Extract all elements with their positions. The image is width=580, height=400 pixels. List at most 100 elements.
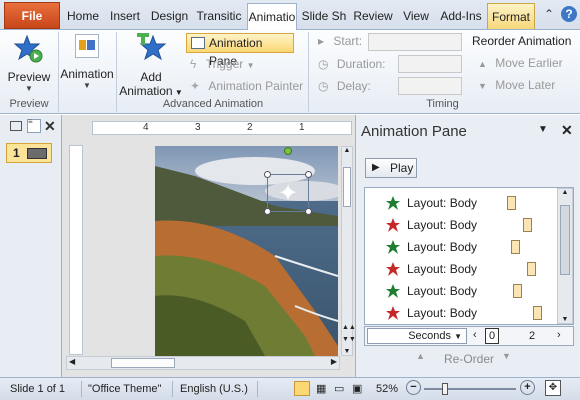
tab-review[interactable]: Review	[350, 3, 396, 29]
start-dropdown[interactable]	[368, 33, 462, 51]
timeline-bar-segment	[533, 306, 542, 320]
play-button[interactable]: ▶ Play	[365, 158, 417, 178]
tab-home[interactable]: Home	[63, 3, 103, 29]
preview-label: Preview	[7, 70, 51, 84]
help-icon[interactable]: ?	[561, 6, 577, 22]
scroll-down-icon[interactable]: ▼	[342, 348, 352, 355]
normal-view-icon[interactable]	[294, 381, 310, 396]
add-animation-label-line2: Animation	[119, 84, 173, 98]
animation-item-label: Layout: Body	[407, 284, 478, 298]
slide-thumb-image	[27, 148, 47, 159]
fit-to-window-icon[interactable]: ✥	[545, 380, 561, 396]
vertical-scrollbar[interactable]: ▲ ▲▲ ▼▼ ▼	[341, 146, 356, 356]
animation-effect-icon	[386, 262, 400, 276]
trigger-button[interactable]: ϟ Trigger ▼	[190, 57, 255, 71]
tab-design[interactable]: Design	[147, 3, 192, 29]
zoom-in-icon[interactable]: +	[520, 380, 535, 395]
lightning-icon: ϟ	[190, 57, 197, 71]
delay-spinner[interactable]	[398, 77, 462, 95]
tab-file[interactable]: File	[4, 2, 60, 29]
group-divider	[308, 32, 309, 112]
resize-handle[interactable]	[305, 208, 312, 215]
minimize-ribbon-icon[interactable]: ⌃	[541, 6, 557, 22]
close-icon[interactable]: ✕	[561, 122, 573, 139]
slide-canvas[interactable]: ✦	[155, 146, 338, 356]
reorder-label: Re-Order	[444, 352, 495, 366]
delay-label: Delay:	[336, 79, 371, 93]
scroll-right-icon[interactable]: ▶	[331, 357, 337, 366]
slide-show-icon[interactable]: ▣	[352, 382, 362, 395]
animation-list-item[interactable]: Layout: Body	[383, 214, 561, 236]
scroll-thumb[interactable]	[343, 167, 351, 207]
pane-options-icon[interactable]: ▼	[538, 124, 548, 135]
next-slide-icon[interactable]: ▼▼	[342, 336, 356, 343]
add-animation-button[interactable]: Add Animation ▼	[118, 32, 184, 98]
timeline-right-icon[interactable]: ›	[557, 329, 561, 341]
scroll-up-icon[interactable]: ▲	[342, 147, 352, 154]
animation-effect-icon	[386, 284, 400, 298]
scroll-thumb[interactable]	[111, 358, 175, 368]
chevron-down-icon: ▼	[25, 84, 33, 93]
tab-slide-show[interactable]: Slide Sh	[299, 3, 349, 29]
timeline-left-icon[interactable]: ‹	[473, 329, 477, 341]
animation-list-item[interactable]: Layout: Body	[383, 192, 561, 214]
scroll-thumb[interactable]	[560, 205, 570, 275]
close-icon[interactable]: ✕	[44, 118, 56, 135]
animation-painter-button[interactable]: ✦ Animation Painter	[190, 79, 303, 93]
rotation-handle[interactable]	[284, 147, 292, 155]
tab-add-ins[interactable]: Add-Ins	[436, 3, 486, 29]
start-label: Start:	[333, 34, 363, 48]
tab-transitions[interactable]: Transitic	[193, 3, 245, 29]
animation-painter-label: Animation Painter	[208, 79, 304, 93]
group-label-advanced-animation: Advanced Animation	[162, 98, 264, 110]
scroll-up-icon[interactable]: ▲	[558, 189, 572, 196]
zoom-level[interactable]: 52%	[376, 383, 398, 395]
slide-thumbnail[interactable]: 1	[6, 143, 52, 163]
tab-format[interactable]: Format	[487, 3, 535, 29]
scroll-down-icon[interactable]: ▼	[558, 316, 572, 323]
animation-styles-button[interactable]: Animation ▼	[60, 32, 114, 96]
outline-tab-icon[interactable]: ≡	[27, 118, 41, 133]
language[interactable]: English (U.S.)	[180, 383, 248, 395]
animation-list-item[interactable]: Layout: Body	[383, 280, 561, 302]
reading-view-icon[interactable]: ▭	[334, 382, 344, 395]
slides-tab-icon[interactable]	[10, 121, 22, 131]
previous-slide-icon[interactable]: ▲▲	[342, 324, 356, 331]
zoom-out-icon[interactable]: −	[406, 380, 421, 395]
painter-icon: ✦	[190, 79, 201, 93]
seconds-dropdown[interactable]: Seconds ▼	[367, 328, 467, 344]
horizontal-scrollbar[interactable]: ◀ ▶	[66, 356, 340, 370]
zoom-slider[interactable]	[424, 388, 516, 390]
move-later-button[interactable]: ▼ Move Later	[478, 78, 555, 92]
resize-handle[interactable]	[305, 171, 312, 178]
tab-view[interactable]: View	[397, 3, 435, 29]
reorder-animation-label: Reorder Animation	[472, 34, 572, 48]
slide-sorter-icon[interactable]: ▦	[316, 382, 326, 395]
timeline-bar-segment	[523, 218, 532, 232]
move-earlier-button[interactable]: ▲ Move Earlier	[478, 56, 563, 70]
animation-list-item[interactable]: Layout: Body	[383, 236, 561, 258]
preview-button[interactable]: Preview ▼	[6, 32, 52, 96]
sparkle-shape: ✦	[278, 180, 299, 207]
animation-list-item[interactable]: Layout: Body	[383, 258, 561, 280]
slide-editor: 4 3 2 1 ✦ ▲ ▲▲ ▼▼ ▼ ◀ ▶	[62, 115, 356, 377]
resize-handle[interactable]	[264, 208, 271, 215]
horizontal-ruler: 4 3 2 1	[92, 121, 352, 135]
animation-list-item[interactable]: Layout: Body	[383, 302, 561, 324]
resize-handle[interactable]	[264, 171, 271, 178]
reorder-up-icon[interactable]: ▲	[416, 351, 425, 361]
reorder-down-icon[interactable]: ▼	[502, 351, 511, 361]
animation-effect-icon	[386, 240, 400, 254]
list-scrollbar[interactable]: ▲ ▼	[557, 188, 573, 324]
scroll-left-icon[interactable]: ◀	[69, 357, 75, 366]
tab-animations[interactable]: Animatio	[247, 3, 297, 31]
play-icon: ▶	[372, 162, 380, 173]
selected-shape[interactable]: ✦	[264, 147, 312, 215]
move-later-label: Move Later	[495, 78, 556, 92]
animation-list: Layout: Body Layout: Body Layout: Body Layo…	[364, 187, 574, 325]
tab-insert[interactable]: Insert	[104, 3, 146, 29]
zoom-slider-thumb[interactable]	[442, 383, 448, 395]
animation-pane-button[interactable]: Animation Pane	[186, 33, 294, 68]
animation-pane: Animation Pane ▼ ✕ ▶ Play Layout: Body La…	[355, 115, 580, 377]
duration-spinner[interactable]	[398, 55, 462, 73]
